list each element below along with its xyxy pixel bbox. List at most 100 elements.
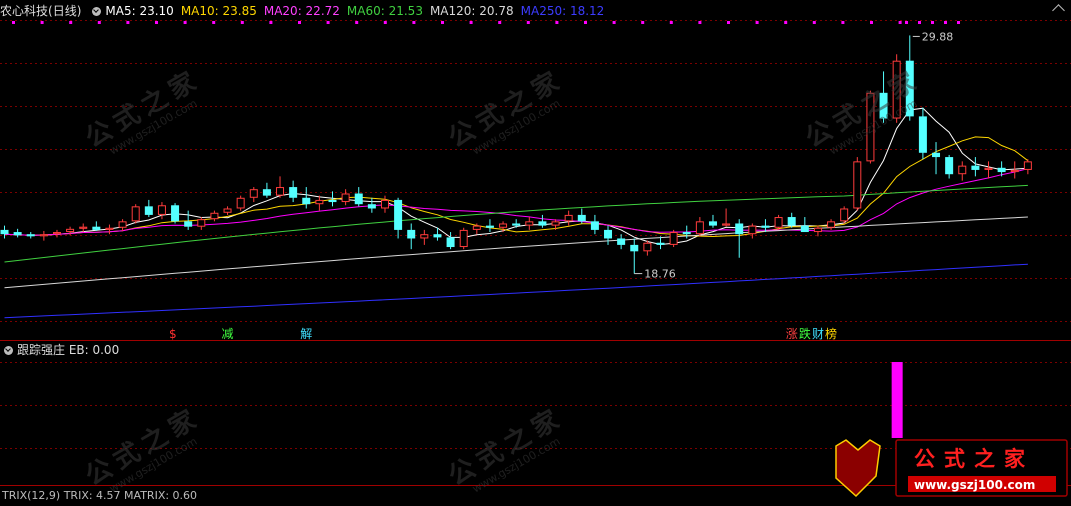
candle	[708, 214, 717, 228]
signal-dot	[240, 21, 244, 24]
candle-body	[958, 165, 967, 175]
signal-dot	[784, 21, 788, 24]
candle	[276, 176, 285, 198]
candle	[918, 107, 927, 160]
logo-emblem-icon	[835, 439, 881, 498]
candle	[302, 187, 311, 209]
candle	[223, 206, 232, 215]
candle-body	[420, 234, 429, 239]
candle	[669, 229, 678, 248]
kline-chart: 29.8818.76$ 减解涨跌财榜公式之家www.gszj100.com 公式之家…	[0, 20, 1071, 498]
candle-body	[813, 227, 822, 233]
candle	[695, 217, 704, 237]
candle-body	[774, 217, 783, 228]
candle-body	[66, 228, 75, 233]
candle-body	[945, 157, 954, 175]
candle	[157, 202, 166, 220]
candle-body	[787, 217, 796, 226]
candle-body	[538, 221, 547, 226]
signal-dot	[905, 21, 908, 24]
candle-body	[695, 221, 704, 235]
candle	[958, 161, 967, 181]
candle-body	[249, 189, 258, 198]
candle-body	[630, 244, 639, 252]
candle	[1010, 161, 1019, 179]
signal-dot	[40, 21, 44, 24]
signal-dot	[555, 21, 559, 24]
signal-dot	[898, 21, 902, 24]
signal-label: 财	[812, 327, 824, 341]
candle	[289, 180, 298, 203]
candle-body	[525, 221, 534, 226]
signal-dot	[155, 21, 158, 24]
period-label: (日线)	[48, 4, 82, 18]
signal-dot	[383, 21, 387, 24]
candle	[748, 223, 757, 239]
candle-body	[367, 204, 376, 209]
candle-body	[276, 187, 285, 196]
signal-label: $	[169, 327, 177, 341]
candle	[407, 223, 416, 250]
candle	[144, 199, 153, 218]
signal-dot	[612, 21, 616, 24]
site-logo: 公式之家 www.gszj100.com	[835, 439, 1068, 498]
stock-name: 农心科技	[0, 4, 49, 18]
candle-body	[144, 206, 153, 215]
candle	[249, 187, 258, 203]
candle	[787, 212, 796, 228]
candle	[459, 227, 468, 250]
candle-body	[590, 221, 599, 230]
candle-body	[997, 167, 1006, 173]
trix-indicator-label: TRIX(12,9) TRIX: 4.57 MATRIX: 0.60	[2, 489, 198, 502]
candle	[971, 157, 980, 177]
candle-body	[485, 225, 494, 228]
candle-body	[302, 197, 311, 205]
signal-label: 跌	[799, 326, 811, 341]
signal-label: 解	[300, 327, 312, 341]
signal-dot	[944, 21, 947, 24]
ma120-label: MA120: 20.78	[429, 4, 514, 18]
candle	[722, 208, 731, 227]
candle	[105, 224, 114, 235]
candle	[617, 234, 626, 250]
candle	[171, 203, 180, 224]
candle-body	[643, 242, 652, 252]
main-panel-header: 农心科技 (日线) MA5: 23.10 MA10: 23.85 MA20: 2…	[0, 1, 611, 21]
candle	[446, 232, 455, 250]
candle-body	[748, 225, 757, 235]
candle-body	[761, 225, 770, 228]
candle	[577, 208, 586, 224]
eb-bar	[891, 362, 903, 438]
candle-body	[184, 221, 193, 227]
candle	[0, 225, 9, 239]
candle-body	[197, 219, 206, 227]
indicator-dropdown-icon[interactable]	[92, 6, 102, 16]
candle-body	[564, 214, 573, 222]
signal-dot	[498, 21, 502, 24]
candle-body	[13, 232, 22, 236]
candle	[118, 219, 127, 231]
candle	[564, 210, 573, 226]
candle	[92, 221, 101, 231]
signal-dot	[126, 21, 130, 24]
candle	[39, 230, 48, 241]
signal-dot	[931, 21, 934, 24]
candle-body	[577, 214, 586, 222]
candle-body	[118, 221, 127, 228]
candle	[52, 229, 61, 238]
candle	[131, 204, 140, 224]
candle-body	[223, 208, 232, 213]
candle	[210, 210, 219, 222]
sub-indicator-dropdown-icon[interactable]	[4, 345, 13, 355]
candle-body	[669, 232, 678, 245]
candle-body	[932, 152, 941, 158]
candle	[354, 187, 363, 207]
ma250-label: MA250: 18.12	[520, 4, 605, 18]
candle-body	[354, 193, 363, 205]
signal-dot	[727, 21, 730, 24]
candle-body	[289, 187, 298, 198]
candle	[984, 161, 993, 179]
candle-body	[459, 229, 468, 248]
signal-dot	[870, 21, 873, 24]
candle-body	[512, 223, 521, 226]
